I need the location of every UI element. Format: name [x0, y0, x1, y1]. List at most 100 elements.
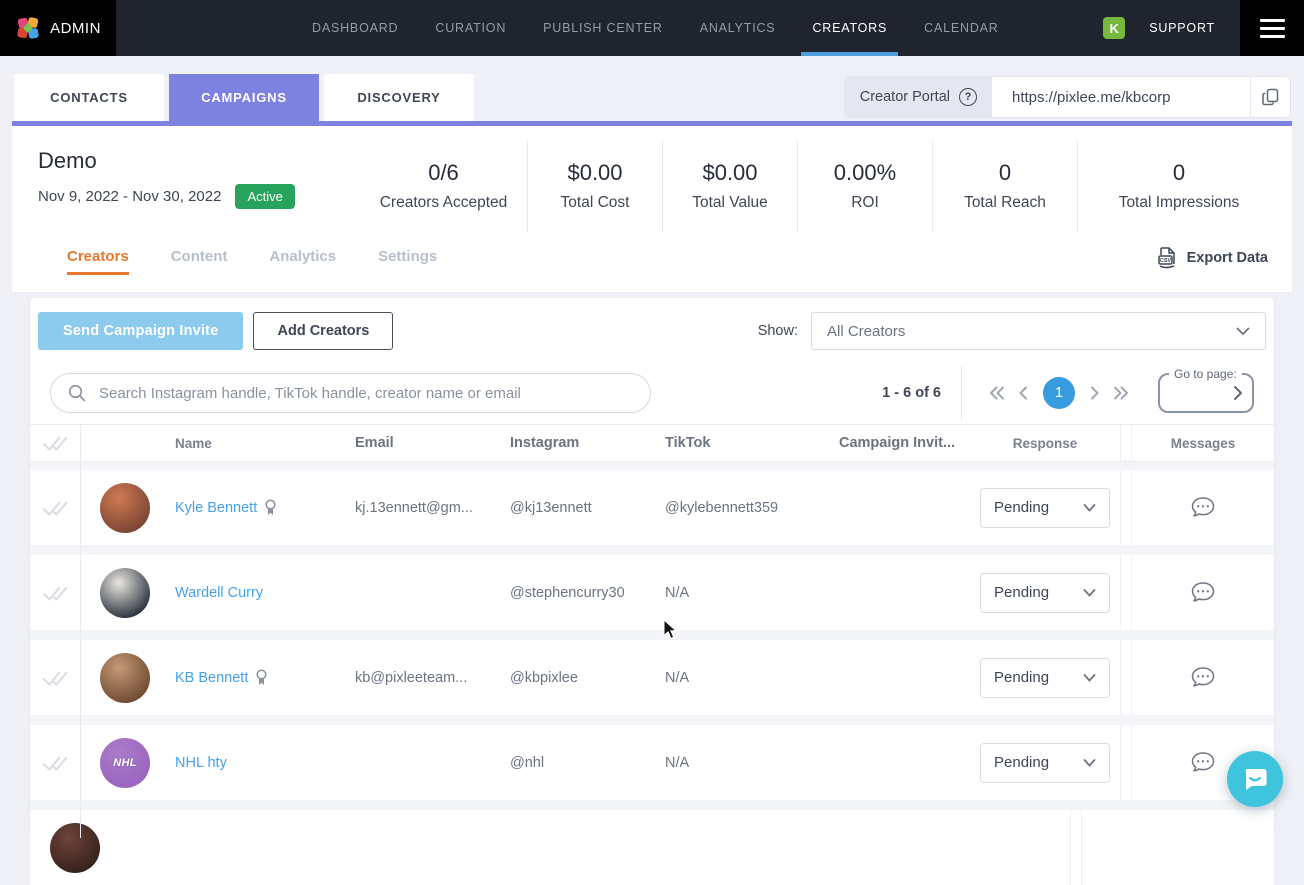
stat-label: ROI: [851, 194, 879, 212]
campaign-date-range: Nov 9, 2022 - Nov 30, 2022: [38, 188, 221, 205]
first-page-button[interactable]: [984, 377, 1010, 409]
row-checkbox[interactable]: [30, 583, 80, 603]
response-select[interactable]: Pending: [980, 488, 1110, 528]
portal-tab[interactable]: CAMPAIGNS: [169, 74, 319, 121]
header-messages: Messages: [1132, 436, 1274, 451]
table-rows: Kyle Bennett kj.13ennett@gm... @kj13enne…: [30, 462, 1274, 885]
portal-tab[interactable]: DISCOVERY: [324, 74, 474, 121]
creator-name-link[interactable]: Kyle Bennett: [175, 500, 257, 516]
stat-label: Total Value: [692, 194, 768, 212]
chat-widget-button[interactable]: [1227, 751, 1283, 807]
nav-item[interactable]: CURATION: [435, 0, 506, 56]
creator-instagram: @stephencurry30: [510, 585, 665, 601]
creator-avatar[interactable]: [50, 823, 100, 873]
copy-icon: [1262, 88, 1280, 106]
portal-tab[interactable]: CONTACTS: [14, 74, 164, 121]
support-link[interactable]: SUPPORT: [1149, 21, 1215, 35]
next-page-button[interactable]: [1082, 377, 1108, 409]
creator-avatar[interactable]: [100, 483, 150, 533]
campaign-stats: 0/6 Creators Accepted $0.00 Total Cost $…: [360, 140, 1280, 232]
hamburger-menu-icon[interactable]: [1240, 0, 1304, 56]
chat-bubble-icon: [1190, 666, 1216, 689]
header-email: Email: [355, 435, 510, 451]
search-input[interactable]: [99, 385, 633, 402]
add-creators-button[interactable]: Add Creators: [253, 312, 393, 350]
stat-value: 0.00%: [834, 160, 896, 186]
creator-tiktok: N/A: [665, 755, 820, 771]
campaign-subtab[interactable]: Analytics: [257, 240, 348, 283]
message-creator-button[interactable]: [1190, 751, 1216, 774]
stat-item: 0.00% ROI: [797, 140, 932, 232]
search-pagination-row: 1 - 6 of 6 1 Go to page:: [50, 370, 1254, 416]
copy-url-button[interactable]: [1250, 77, 1290, 117]
stat-value: 0: [999, 160, 1011, 186]
creator-avatar[interactable]: NHL: [100, 738, 150, 788]
main-nav-items: DASHBOARD CURATION PUBLISH CENTER ANALYTICS…: [312, 0, 999, 56]
stat-value: 0: [1173, 160, 1185, 186]
column-divider: [1120, 470, 1132, 545]
prev-page-button[interactable]: [1010, 377, 1036, 409]
help-icon[interactable]: ?: [959, 88, 977, 106]
user-avatar[interactable]: K: [1103, 17, 1125, 39]
search-box[interactable]: [50, 373, 651, 413]
nav-item[interactable]: DASHBOARD: [312, 0, 398, 56]
creator-name-link[interactable]: NHL hty: [175, 755, 227, 771]
stat-value: 0/6: [428, 160, 459, 186]
creator-avatar[interactable]: [100, 653, 150, 703]
campaign-subtab[interactable]: Settings: [366, 240, 449, 283]
chevron-down-icon: [1083, 674, 1096, 682]
message-creator-button[interactable]: [1190, 496, 1216, 519]
creator-tiktok: @kylebennett359: [665, 500, 820, 516]
creator-avatar[interactable]: [100, 568, 150, 618]
nav-item[interactable]: CALENDAR: [924, 0, 998, 56]
campaign-subtab[interactable]: Creators: [55, 240, 141, 283]
header-name: Name: [175, 436, 355, 451]
export-data-button[interactable]: CSV Export Data: [1156, 246, 1268, 270]
message-creator-button[interactable]: [1190, 666, 1216, 689]
portal-tabs: CONTACTSCAMPAIGNSDISCOVERY: [14, 74, 474, 121]
row-checkbox[interactable]: [30, 498, 80, 518]
row-checkbox[interactable]: [30, 753, 80, 773]
last-page-button[interactable]: [1108, 377, 1134, 409]
app-logo[interactable]: ADMIN: [0, 0, 116, 56]
select-all-checkbox[interactable]: [30, 433, 80, 453]
campaign-subtab[interactable]: Content: [159, 240, 240, 283]
response-select[interactable]: Pending: [980, 743, 1110, 783]
stat-label: Total Reach: [964, 194, 1046, 212]
show-filter-select[interactable]: All Creators: [811, 312, 1266, 350]
avatar-label: NHL: [113, 757, 137, 769]
header-instagram: Instagram: [510, 435, 665, 451]
creator-row: Kyle Bennett kj.13ennett@gm... @kj13enne…: [30, 470, 1274, 545]
send-campaign-invite-button[interactable]: Send Campaign Invite: [38, 312, 243, 350]
stat-item: 0 Total Reach: [932, 140, 1077, 232]
message-creator-button[interactable]: [1190, 581, 1216, 604]
current-page-button[interactable]: 1: [1043, 377, 1075, 409]
admin-logo-label: ADMIN: [50, 20, 101, 37]
creator-name-link[interactable]: KB Bennett: [175, 670, 248, 686]
stat-item: 0 Total Impressions: [1077, 140, 1280, 232]
campaign-subtabs: Creators Content Analytics Settings: [55, 240, 449, 283]
creator-name-link[interactable]: Wardell Curry: [175, 585, 263, 601]
nav-item[interactable]: CREATORS: [812, 0, 887, 56]
goto-page-input[interactable]: [1170, 385, 1228, 401]
creator-instagram: @kbpixlee: [510, 670, 665, 686]
chevron-down-icon: [1236, 327, 1250, 336]
creator-instagram: @nhl: [510, 755, 665, 771]
chat-bubble-icon: [1190, 751, 1216, 774]
goto-page-submit[interactable]: [1233, 385, 1243, 401]
response-select[interactable]: Pending: [980, 658, 1110, 698]
creator-row: [30, 810, 1274, 885]
creators-panel: Send Campaign Invite Add Creators Show: …: [30, 298, 1274, 838]
show-label: Show:: [758, 323, 798, 339]
chevron-down-icon: [1083, 589, 1096, 597]
stat-value: $0.00: [702, 160, 757, 186]
creator-portal-url[interactable]: https://pixlee.me/kbcorp: [992, 77, 1250, 117]
nav-item[interactable]: ANALYTICS: [700, 0, 776, 56]
nav-item[interactable]: PUBLISH CENTER: [543, 0, 663, 56]
creator-email: kb@pixleeteam...: [355, 670, 510, 686]
ambassador-badge-icon: [264, 499, 277, 516]
column-divider: [1070, 810, 1082, 885]
svg-text:CSV: CSV: [1159, 258, 1171, 264]
row-checkbox[interactable]: [30, 668, 80, 688]
response-select[interactable]: Pending: [980, 573, 1110, 613]
